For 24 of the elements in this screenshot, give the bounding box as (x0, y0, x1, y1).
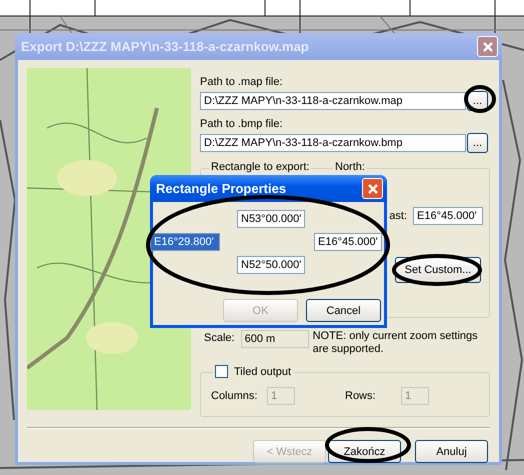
scale-field[interactable]: 600 m (240, 330, 309, 348)
east-label: ast: (389, 210, 407, 222)
group-title: Rectangle to export: (209, 161, 312, 173)
note-text: NOTE: only current zoom settings are supported. (312, 330, 479, 356)
wizard-button[interactable]: Anuluj (415, 440, 488, 463)
rows-label: Rows: (345, 390, 377, 402)
annotation-ellipse (464, 85, 496, 113)
west-field[interactable]: E16°29.800' (150, 233, 220, 251)
bmp-path-field[interactable]: D:\ZZZ MAPY\n-33-118-a-czarnkow.bmp (200, 134, 466, 152)
south-field[interactable]: N52°50.000' (237, 256, 305, 274)
tiled-label: Tiled output (234, 366, 292, 378)
browse-button[interactable]: ... (467, 133, 488, 153)
map-path-label: Path to .map file: (200, 76, 284, 89)
east-field[interactable]: E16°45.000' (413, 207, 483, 225)
east-field[interactable]: E16°45.000' (314, 233, 382, 251)
scale-label: Scale: (204, 332, 235, 344)
window-title: Export D:\ZZZ MAPY\n-33-118-a-czarnkow.map (21, 39, 309, 54)
dialog-button[interactable]: Cancel (306, 299, 381, 322)
close-icon[interactable] (362, 178, 383, 199)
window-title: Rectangle Properties (156, 181, 286, 196)
north-field[interactable]: N53°00.000' (237, 210, 305, 228)
map-path-field[interactable]: D:\ZZZ MAPY\n-33-118-a-czarnkow.map (200, 92, 466, 110)
bmp-path-label: Path to .bmp file: (200, 118, 284, 131)
columns-label: Columns: (211, 390, 258, 402)
